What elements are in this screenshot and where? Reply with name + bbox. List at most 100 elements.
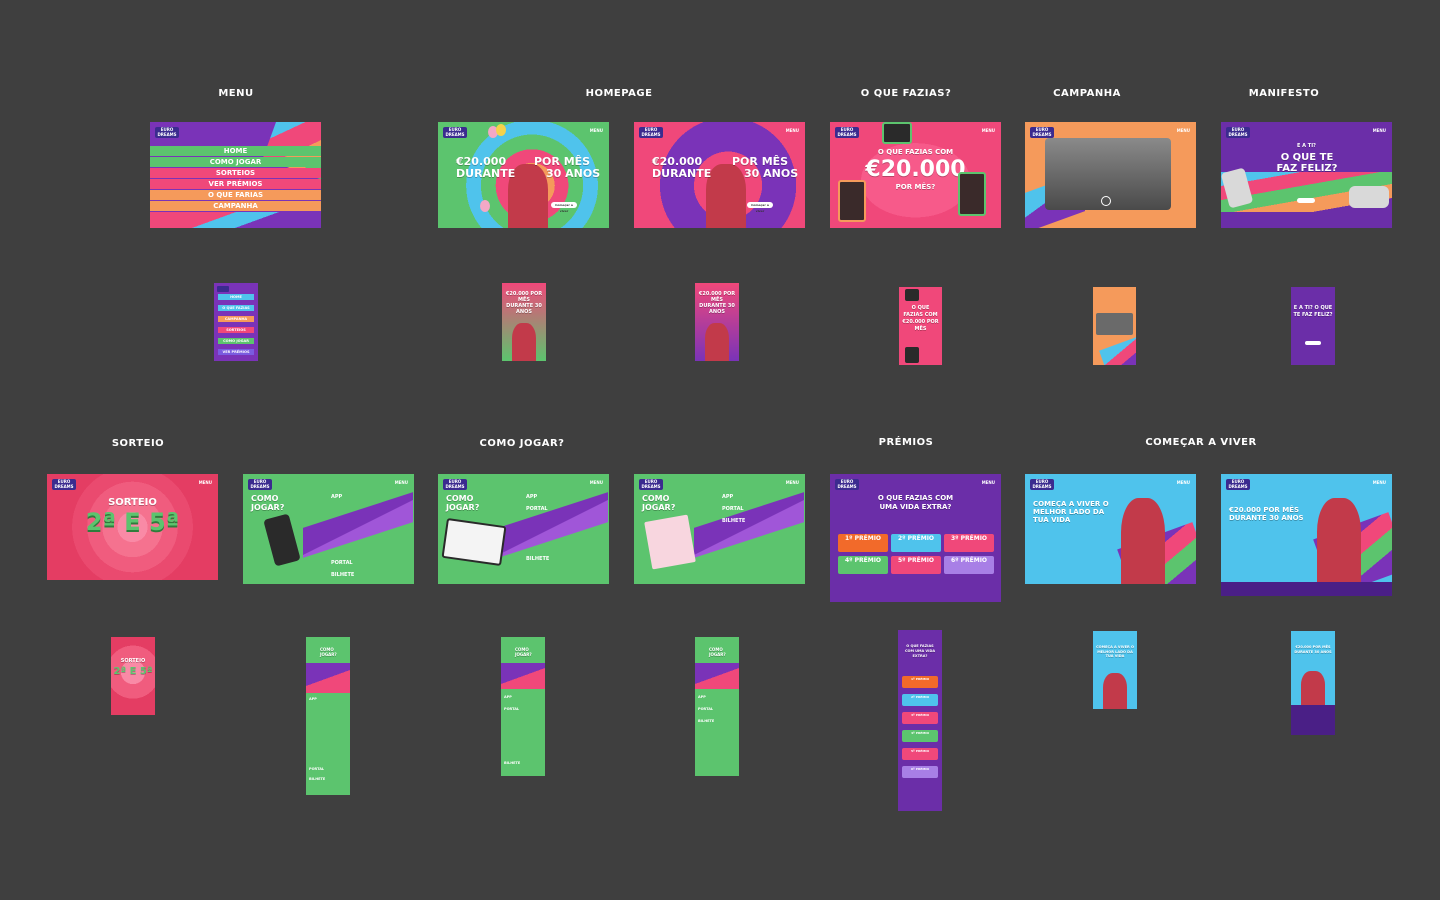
comecar-mobile-2: €20.000 POR MÊS DURANTE 30 ANOS bbox=[1291, 631, 1335, 735]
menu-item-como-jogar[interactable]: COMO JOGAR bbox=[150, 157, 321, 167]
menu-item-o-que-farias[interactable]: O QUE FARIAS bbox=[150, 190, 321, 200]
cta-button[interactable]: Começar a viver bbox=[747, 202, 773, 213]
menu-item-campanha[interactable]: CAMPANHA bbox=[150, 201, 321, 211]
como-jogar-app[interactable]: APP bbox=[504, 695, 512, 699]
section-label-homepage: HOMEPAGE bbox=[585, 88, 653, 99]
menu-button[interactable]: MENU bbox=[590, 128, 603, 133]
cta-button[interactable]: Começar a viver bbox=[551, 202, 577, 213]
video-player[interactable] bbox=[1096, 313, 1133, 335]
balloon-icon bbox=[496, 124, 506, 136]
como-jogar-app[interactable]: APP bbox=[722, 494, 733, 500]
menu-item-ver-premios[interactable]: VER PRÉMIOS bbox=[150, 179, 321, 189]
decor-ribbon bbox=[303, 492, 413, 558]
prize-card-4[interactable]: 4º PRÉMIO bbox=[902, 730, 938, 742]
como-jogar-app[interactable]: APP bbox=[698, 695, 706, 699]
menu-button[interactable]: MENU bbox=[982, 480, 995, 485]
prize-card-4[interactable]: 4º PRÉMIO bbox=[838, 556, 888, 574]
prize-card-6[interactable]: 6º PRÉMIO bbox=[902, 766, 938, 778]
como-jogar-bilhete[interactable]: BILHETE bbox=[331, 572, 354, 578]
menu-button[interactable]: MENU bbox=[786, 480, 799, 485]
prize-card-5[interactable]: 5º PRÉMIO bbox=[891, 556, 941, 574]
como-jogar-bilhete[interactable]: BILHETE bbox=[698, 719, 714, 723]
menu-button[interactable]: MENU bbox=[1177, 128, 1190, 133]
homepage-headline-1: €20.000 bbox=[652, 155, 703, 168]
photo-card bbox=[958, 172, 986, 216]
como-jogar-portal[interactable]: PORTAL bbox=[526, 506, 548, 512]
menu-item-home[interactable]: HOME bbox=[218, 294, 254, 300]
footer bbox=[1221, 582, 1392, 596]
como-jogar-mobile-3: COMO JOGAR? APP PORTAL BILHETE bbox=[695, 637, 739, 776]
menu-item-como-jogar[interactable]: COMO JOGAR bbox=[218, 338, 254, 344]
menu-button[interactable]: MENU bbox=[1373, 480, 1386, 485]
logo: EURO DREAMS bbox=[1030, 479, 1054, 490]
prize-card-1[interactable]: 1º PRÉMIO bbox=[902, 676, 938, 688]
como-jogar-app[interactable]: APP bbox=[331, 494, 342, 500]
menu-button[interactable]: MENU bbox=[590, 480, 603, 485]
photo-card bbox=[838, 180, 866, 222]
como-jogar-title: COMO JOGAR? bbox=[320, 647, 337, 657]
campanha-desktop: EURO DREAMS MENU bbox=[1025, 122, 1196, 228]
menu-item-sorteios[interactable]: SORTEIOS bbox=[150, 168, 321, 178]
prize-card-2[interactable]: 2º PRÉMIO bbox=[891, 534, 941, 552]
video-player[interactable] bbox=[1045, 138, 1171, 210]
menu-button[interactable]: MENU bbox=[199, 480, 212, 485]
como-jogar-portal[interactable]: PORTAL bbox=[698, 707, 713, 711]
prize-card-3[interactable]: 3º PRÉMIO bbox=[944, 534, 994, 552]
como-jogar-bilhete[interactable]: BILHETE bbox=[526, 556, 549, 562]
como-jogar-app[interactable]: APP bbox=[526, 494, 537, 500]
menu-button[interactable]: MENU bbox=[1373, 128, 1386, 133]
como-jogar-bilhete[interactable]: BILHETE bbox=[309, 777, 325, 781]
woman-photo bbox=[705, 323, 729, 361]
homepage-desktop-2: EURO DREAMS MENU €20.000 POR MÊS DURANTE … bbox=[634, 122, 805, 228]
decor-ribbon bbox=[694, 492, 804, 558]
manifesto-mobile-headline: E A TI? O QUE TE FAZ FELIZ? bbox=[1293, 305, 1333, 318]
prize-card-6[interactable]: 6º PRÉMIO bbox=[944, 556, 994, 574]
woman-photo bbox=[1121, 498, 1165, 584]
manifesto-button[interactable] bbox=[1305, 341, 1321, 345]
section-label-manifesto: MANIFESTO bbox=[1248, 88, 1320, 99]
menu-button[interactable]: MENU bbox=[395, 480, 408, 485]
menu-item-sorteios[interactable]: SORTEIOS bbox=[218, 327, 254, 333]
prize-card-2[interactable]: 2º PRÉMIO bbox=[902, 694, 938, 706]
como-jogar-portal[interactable]: PORTAL bbox=[309, 767, 324, 771]
logo: EURO DREAMS bbox=[443, 127, 467, 138]
decor-ribbon bbox=[306, 663, 350, 693]
premios-title: O QUE FAZIAS COM UMA VIDA EXTRA? bbox=[877, 494, 954, 511]
logo: EURO DREAMS bbox=[835, 479, 859, 490]
decor-ribbon bbox=[501, 663, 545, 689]
section-label-comecar-a-viver: COMEÇAR A VIVER bbox=[1145, 437, 1257, 448]
menu-button[interactable]: MENU bbox=[982, 128, 995, 133]
menu-item-o-que-fazias[interactable]: O QUE FAZIAS bbox=[218, 305, 254, 311]
logo: EURO DREAMS bbox=[155, 127, 179, 138]
sorteio-title: SORTEIO bbox=[120, 658, 146, 664]
prize-card-1[interactable]: 1º PRÉMIO bbox=[838, 534, 888, 552]
como-jogar-portal[interactable]: PORTAL bbox=[504, 707, 519, 711]
como-jogar-portal[interactable]: PORTAL bbox=[722, 506, 744, 512]
menu-item-home[interactable]: HOME bbox=[150, 146, 321, 156]
menu-item-campanha[interactable]: CAMPANHA bbox=[218, 316, 254, 322]
homepage-headline-2: POR MÊS bbox=[732, 155, 789, 168]
tablet-icon bbox=[441, 518, 507, 566]
como-jogar-mobile-1: COMO JOGAR? APP PORTAL BILHETE bbox=[306, 637, 350, 795]
sorteio-days: 2ª e 5ª bbox=[85, 508, 180, 536]
prize-card-5[interactable]: 5º PRÉMIO bbox=[902, 748, 938, 760]
manifesto-button[interactable] bbox=[1297, 198, 1315, 203]
como-jogar-title: COMO JOGAR? bbox=[709, 647, 726, 657]
logo: EURO DREAMS bbox=[52, 479, 76, 490]
ofazias-line1: O QUE FAZIAS COM bbox=[877, 148, 954, 156]
menu-button[interactable]: MENU bbox=[1177, 480, 1190, 485]
menu-button[interactable]: MENU bbox=[786, 128, 799, 133]
homepage-headline-3: DURANTE bbox=[652, 167, 712, 180]
como-jogar-title: COMO JOGAR? bbox=[446, 494, 480, 512]
como-jogar-bilhete[interactable]: BILHETE bbox=[504, 761, 520, 765]
como-jogar-title: COMO JOGAR? bbox=[515, 647, 532, 657]
como-jogar-app[interactable]: APP bbox=[309, 697, 317, 701]
como-jogar-portal[interactable]: PORTAL bbox=[331, 560, 353, 566]
play-icon[interactable] bbox=[1101, 196, 1111, 206]
menu-item-ver-premios[interactable]: VER PRÉMIOS bbox=[218, 349, 254, 355]
photo-card bbox=[905, 289, 919, 301]
woman-photo bbox=[1317, 498, 1361, 582]
prize-card-3[interactable]: 3º PRÉMIO bbox=[902, 712, 938, 724]
manifesto-small: E A TI? bbox=[1297, 143, 1316, 149]
como-jogar-bilhete[interactable]: BILHETE bbox=[722, 518, 745, 524]
